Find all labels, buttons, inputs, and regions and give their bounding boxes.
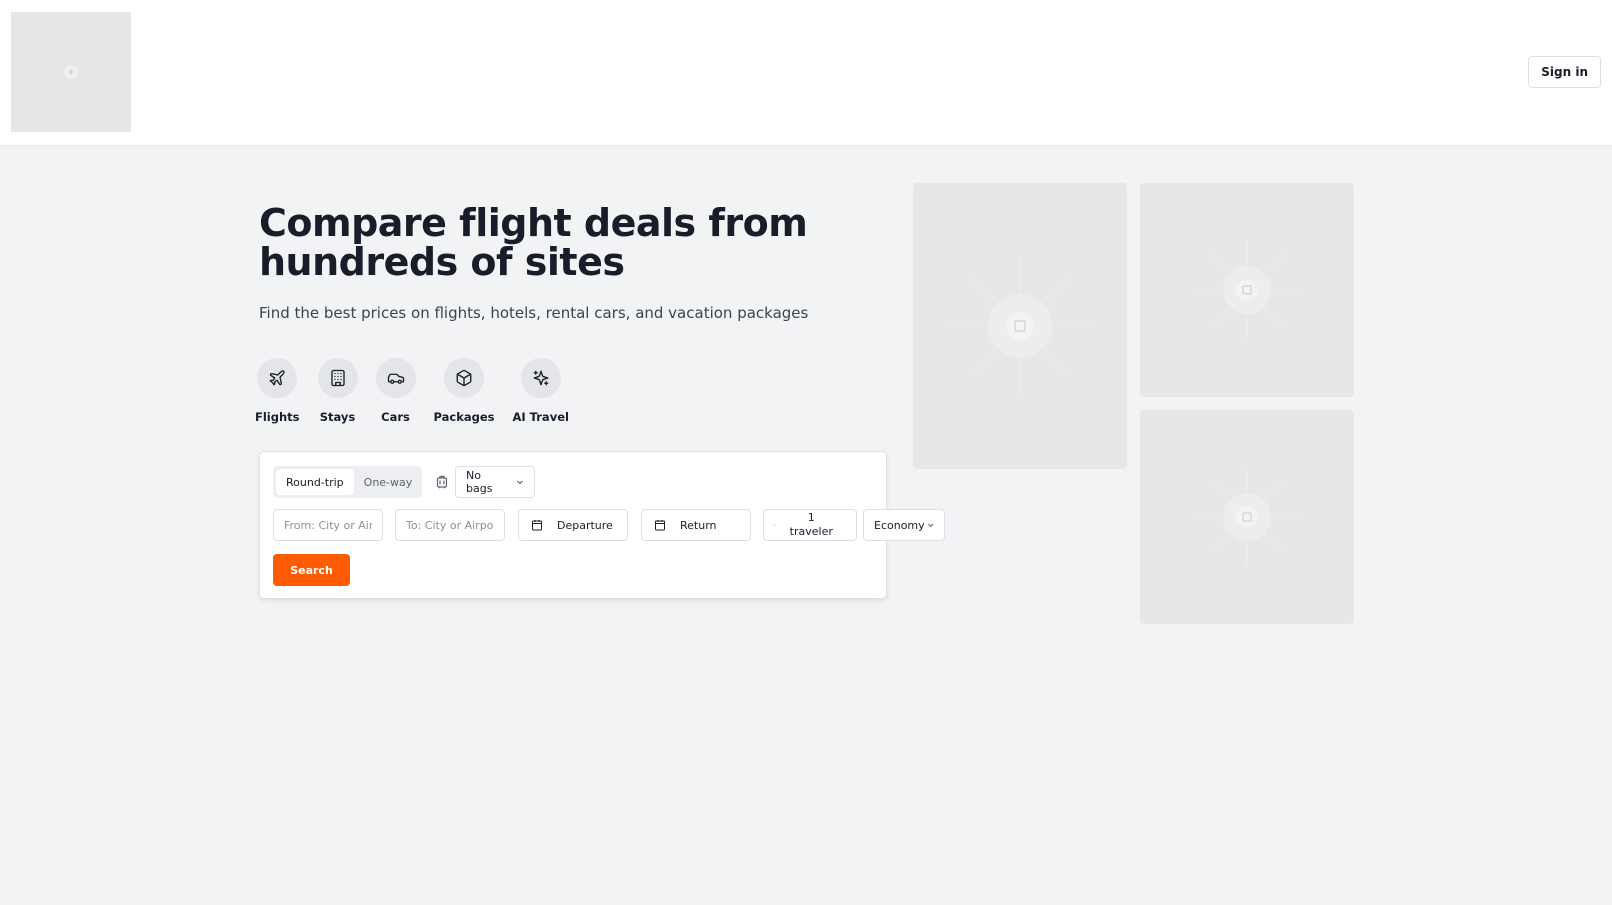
sparkle-icon — [520, 358, 561, 398]
origin-field[interactable] — [273, 509, 383, 541]
departure-label: Departure — [557, 518, 613, 532]
vertical-flights[interactable]: Flights — [255, 358, 300, 424]
return-date-button[interactable]: Return — [641, 509, 751, 541]
box-icon — [444, 358, 484, 398]
hero-image-top-right — [1140, 183, 1354, 397]
page-subtitle: Find the best prices on flights, hotels,… — [259, 304, 809, 322]
vertical-label: AI Travel — [512, 410, 569, 424]
vertical-packages[interactable]: Packages — [434, 358, 495, 424]
chevron-down-icon — [927, 523, 934, 528]
image-placeholder-icon — [1197, 240, 1297, 340]
calendar-icon — [532, 520, 542, 531]
vertical-stays[interactable]: Stays — [317, 358, 358, 424]
chevron-down-icon — [517, 480, 523, 485]
destination-field[interactable] — [395, 509, 505, 541]
image-placeholder-icon — [64, 65, 78, 79]
vertical-label: Stays — [319, 410, 356, 424]
origin-input[interactable] — [274, 510, 382, 540]
cabin-class-value: Economy — [874, 518, 925, 532]
calendar-icon — [655, 520, 665, 531]
trip-type-one-way[interactable]: One-way — [354, 469, 423, 495]
hero-image-bottom-right — [1140, 410, 1354, 624]
search-button[interactable]: Search — [273, 554, 350, 586]
vertical-ai-travel[interactable]: AI Travel — [513, 358, 569, 424]
travelers-value: 1 traveler — [789, 511, 833, 538]
search-form: Round-trip One-way No bags Departure Ret… — [259, 451, 945, 599]
bags-value: No bags — [466, 469, 493, 495]
cabin-class-dropdown[interactable]: Economy — [863, 509, 945, 541]
luggage-icon — [436, 475, 448, 489]
chevron-down-icon — [845, 524, 846, 526]
destination-input[interactable] — [396, 510, 504, 540]
logo-image[interactable] — [11, 12, 131, 132]
image-placeholder-icon — [1197, 467, 1297, 567]
trip-type-toggle: Round-trip One-way — [273, 466, 422, 498]
vertical-label: Flights — [255, 410, 300, 424]
building-icon — [317, 358, 358, 398]
departure-date-button[interactable]: Departure — [518, 509, 628, 541]
vertical-nav: Flights Stays Cars Packages AI Travel — [255, 358, 587, 424]
plane-icon — [257, 358, 298, 398]
image-placeholder-icon — [950, 256, 1090, 396]
users-icon — [774, 524, 776, 526]
top-bar: Sign in — [0, 0, 1612, 146]
bags-dropdown[interactable]: No bags — [455, 466, 535, 498]
vertical-label: Cars — [381, 410, 410, 424]
car-icon — [375, 358, 416, 398]
hero-image-large — [913, 183, 1127, 469]
sign-in-button[interactable]: Sign in — [1528, 56, 1601, 88]
travelers-dropdown[interactable]: 1 traveler — [763, 509, 857, 541]
trip-type-round-trip[interactable]: Round-trip — [276, 469, 354, 495]
vertical-cars[interactable]: Cars — [375, 358, 416, 424]
return-label: Return — [680, 518, 717, 532]
page-title: Compare flight deals from hundreds of si… — [259, 201, 808, 284]
vertical-label: Packages — [433, 410, 495, 424]
